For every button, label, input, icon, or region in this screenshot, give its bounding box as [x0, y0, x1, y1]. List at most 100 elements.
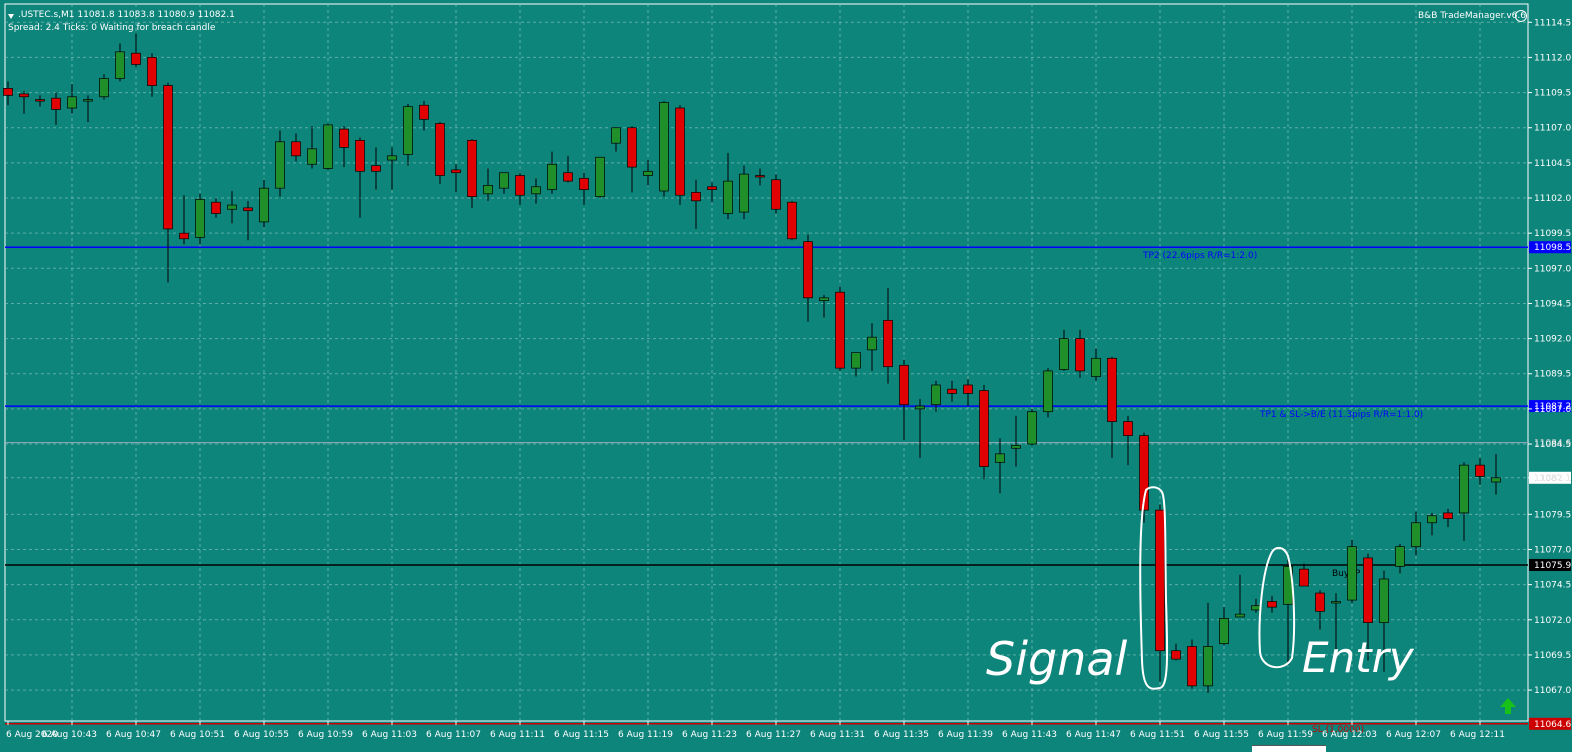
candle-body: [467, 140, 477, 197]
candle-body: [1331, 601, 1341, 604]
collapse-triangle-icon[interactable]: [8, 14, 14, 19]
candle-body: [483, 185, 493, 195]
level-text: TP1 & SL->B/E (11.3pips R/R=1:1.0): [1259, 410, 1423, 420]
candle-body: [611, 127, 621, 144]
candle-body: [739, 173, 749, 213]
candle-body: [387, 155, 397, 161]
candle-body: [211, 201, 221, 214]
candle-body: [243, 207, 253, 212]
x-tick-label: 6 Aug 11:51: [1130, 730, 1185, 740]
candle-body: [707, 186, 717, 190]
y-tick-label: 11089.5: [1534, 370, 1571, 380]
candle-body: [899, 364, 909, 406]
candle-body: [1203, 646, 1213, 687]
candle-body: [1027, 411, 1037, 445]
candle-body: [867, 336, 877, 351]
price-chart[interactable]: 11084.611098.5TP2 (22.6pips R/R=1:2.0)11…: [0, 0, 1572, 751]
candle-body: [115, 51, 125, 79]
y-tick-label: 11097.0: [1534, 264, 1571, 274]
candle-body: [787, 201, 797, 240]
candle-body: [179, 232, 189, 240]
candle-body: [931, 384, 941, 406]
candle-body: [99, 78, 109, 98]
candles: [3, 33, 1501, 693]
x-tick-label: 6 Aug 11:43: [1002, 730, 1057, 740]
x-tick-label: 6 Aug 11:39: [938, 730, 993, 740]
candle-body: [51, 97, 61, 110]
candle-body: [1171, 650, 1181, 660]
x-tick-label: 6 Aug 11:31: [810, 730, 865, 740]
candle-body: [659, 102, 669, 192]
candle-body: [1363, 557, 1373, 623]
x-tick-label: 6 Aug 12:07: [1386, 730, 1441, 740]
y-tick-label: 11109.5: [1534, 89, 1571, 99]
tradmanager-brand: B&B TradeManager.v6.6: [1418, 11, 1526, 21]
candle-body: [1459, 464, 1469, 514]
candle-body: [691, 192, 701, 202]
candle-body: [163, 85, 173, 230]
x-tick-label: 6 Aug 11:55: [1194, 730, 1249, 740]
candle-body: [307, 148, 317, 165]
smiley-icon: [1515, 10, 1527, 22]
candle-body: [515, 175, 525, 196]
candle-body: [1443, 512, 1453, 519]
chart-grid: [4, 3, 1529, 722]
x-tick-label: 6 Aug 11:11: [490, 730, 545, 740]
candle-body: [1043, 370, 1053, 413]
y-tick-label: 11069.5: [1534, 651, 1571, 661]
candle-body: [339, 128, 349, 148]
candle-body: [67, 96, 77, 109]
y-tick-label: 11102.0: [1534, 194, 1571, 204]
candle-body: [771, 179, 781, 210]
candle-body: [227, 204, 237, 210]
y-tick-label: 11072.0: [1534, 616, 1571, 626]
candle-body: [83, 99, 93, 102]
candle-body: [147, 57, 157, 86]
candle-body: [963, 384, 973, 394]
y-tick-label: 11077.0: [1534, 545, 1571, 555]
candle-body: [819, 297, 829, 301]
x-tick-label: 6 Aug 11:59: [1258, 730, 1313, 740]
y-tick-label: 11087.0: [1534, 405, 1571, 415]
candle-body: [1075, 338, 1085, 372]
y-tick-label: 11082.1: [1534, 474, 1571, 484]
level-text: TP2 (22.6pips R/R=1:2.0): [1142, 251, 1257, 261]
y-tick-label: 11074.5: [1534, 581, 1571, 591]
candle-body: [1395, 546, 1405, 567]
candle-body: [563, 172, 573, 182]
candle-body: [1475, 464, 1485, 477]
candle-body: [947, 388, 957, 394]
candle-body: [1347, 546, 1357, 601]
candle-body: [643, 170, 653, 176]
candle-body: [803, 241, 813, 299]
candle-body: [627, 127, 637, 168]
candle-body: [195, 199, 205, 238]
candle-body: [1267, 601, 1277, 608]
y-tick-label: 11107.0: [1534, 124, 1571, 134]
level-price-label: 11064.6: [1534, 720, 1571, 730]
candle-body: [755, 175, 765, 178]
status-line: Spread: 2.4 Ticks: 0 Waiting for breach …: [8, 23, 216, 33]
x-tick-label: 6 Aug 12:11: [1450, 730, 1505, 740]
candle-body: [419, 104, 429, 120]
candle-body: [531, 186, 541, 195]
y-tick-label: 11094.5: [1534, 299, 1571, 309]
candle-body: [1427, 515, 1437, 524]
level-price-label: 11098.5: [1534, 243, 1571, 253]
candle-body: [595, 156, 605, 197]
candle-body: [35, 99, 45, 102]
candle-body: [915, 405, 925, 410]
candle-body: [1235, 613, 1245, 618]
entry-highlight-loop: [1258, 546, 1296, 668]
candle-body: [1011, 445, 1021, 449]
x-tick-label: 6 Aug 11:23: [682, 730, 737, 740]
x-tick-label: 6 Aug 11:47: [1066, 730, 1121, 740]
price-axis: 11114.5 11112.0 11109.5 11107.0 11104.5 11102…: [1528, 18, 1571, 696]
candle-body: [851, 352, 861, 369]
candle-body: [1059, 338, 1069, 370]
x-tick-label: 6 Aug 10:51: [170, 730, 225, 740]
candle-body: [291, 141, 301, 157]
x-tick-label: 6 Aug 11:27: [746, 730, 801, 740]
candle-body: [403, 106, 413, 155]
candle-body: [451, 169, 461, 174]
